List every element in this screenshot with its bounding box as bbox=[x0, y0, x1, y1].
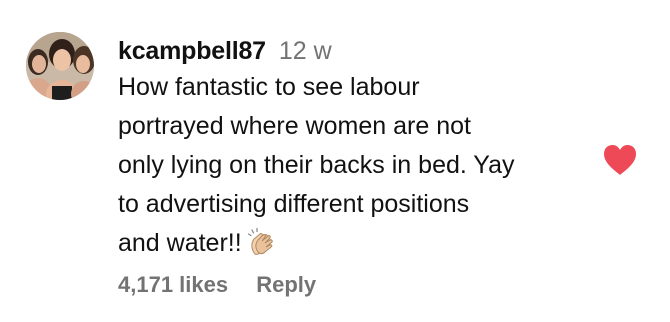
comment-text-line-last: and water!! bbox=[118, 224, 588, 263]
heart-icon[interactable] bbox=[602, 143, 638, 177]
comment-text-line: to advertising different positions bbox=[118, 190, 470, 218]
comment-header: kcampbell87 12 w bbox=[118, 34, 588, 68]
username-link[interactable]: kcampbell87 bbox=[118, 37, 266, 65]
clapping-hands-icon bbox=[246, 227, 276, 257]
comment-footer: 4,171 likes Reply bbox=[118, 270, 316, 300]
comment-text-line: portrayed where women are not bbox=[118, 112, 471, 140]
comment-body: kcampbell87 12 w How fantastic to see la… bbox=[118, 34, 588, 263]
comment-text-end: and water!! bbox=[118, 229, 242, 257]
reply-button[interactable]: Reply bbox=[256, 272, 316, 297]
avatar-photo bbox=[26, 32, 94, 100]
timestamp[interactable]: 12 w bbox=[279, 37, 332, 65]
comment: kcampbell87 12 w How fantastic to see la… bbox=[0, 0, 670, 322]
likes-count[interactable]: 4,171 likes bbox=[118, 272, 228, 297]
avatar[interactable] bbox=[26, 32, 94, 100]
comment-text-line: only lying on their backs in bed. Yay bbox=[118, 151, 515, 179]
comment-text-line: How fantastic to see labour bbox=[118, 73, 420, 101]
